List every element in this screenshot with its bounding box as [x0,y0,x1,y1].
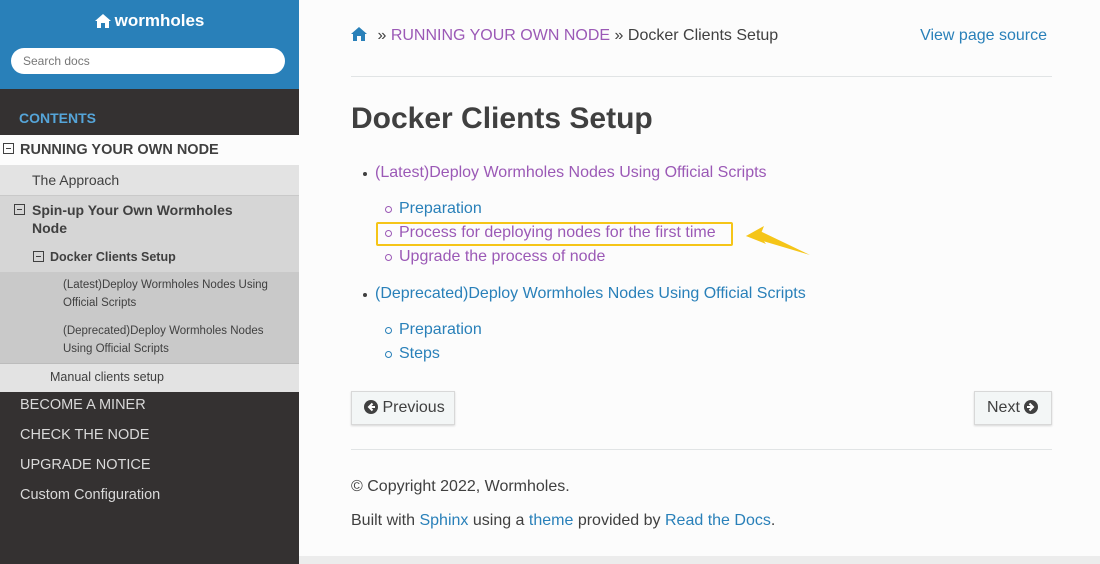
breadcrumb-separator: » [614,27,624,44]
bullet-icon [363,293,367,297]
project-home-link[interactable]: wormholes [0,11,299,31]
footer-period: . [770,512,776,529]
page-title: Docker Clients Setup [351,102,653,135]
previous-button[interactable]: Previous [351,391,455,425]
footer-text: Built with [351,512,416,529]
sidebar-item-label: Manual clients setup [50,370,164,384]
project-name: wormholes [114,11,205,30]
theme-link[interactable]: theme [529,512,573,529]
sidebar-item-spin-up-node[interactable]: Spin-up Your Own Wormholes Node [0,195,299,243]
divider [351,449,1052,450]
sidebar-item-deprecated-deploy[interactable]: (Deprecated)Deploy Wormholes Nodes Using… [0,318,299,364]
circle-bullet-icon [385,206,392,213]
page-bottom-bar [299,556,1100,564]
toc-link-upgrade-process[interactable]: Upgrade the process of node [399,248,605,266]
collapse-toggle-icon[interactable] [3,143,14,154]
toc-link-preparation-2[interactable]: Preparation [399,321,482,339]
read-the-docs-link[interactable]: Read the Docs [665,512,771,529]
copyright-text: © Copyright 2022, Wormholes. [351,478,570,495]
annotation-arrow-icon [746,226,810,255]
main-content: » RUNNING YOUR OWN NODE » Docker Clients… [299,0,1100,564]
circle-bullet-icon [385,351,392,358]
sidebar-item-check-the-node[interactable]: CHECK THE NODE [20,427,149,443]
sidebar: wormholes CONTENTS RUNNING YOUR OWN NODE… [0,0,299,564]
circle-bullet-icon [385,327,392,334]
view-page-source-link[interactable]: View page source [920,27,1047,45]
collapse-toggle-icon[interactable] [33,251,44,262]
sidebar-item-label: Docker Clients Setup [50,250,176,264]
toc-link-latest-deploy[interactable]: (Latest)Deploy Wormholes Nodes Using Off… [375,164,767,182]
arrow-circle-right-icon [1024,400,1039,414]
previous-label: Previous [382,399,445,416]
sidebar-item-become-a-miner[interactable]: BECOME A MINER [20,397,146,413]
sidebar-item-docker-clients-setup[interactable]: Docker Clients Setup [0,243,299,272]
next-label: Next [987,399,1020,416]
built-with-line: Built with Sphinx using a theme provided… [351,512,775,530]
sidebar-item-label: Spin-up Your Own Wormholes Node [32,202,233,236]
contents-caption: CONTENTS [19,110,96,126]
breadcrumb-parent-link[interactable]: RUNNING YOUR OWN NODE [391,27,610,44]
bullet-icon [363,172,367,176]
toc-link-steps[interactable]: Steps [399,345,440,363]
sidebar-item-the-approach[interactable]: The Approach [0,165,299,195]
home-icon [94,14,111,28]
search-input[interactable] [11,48,285,74]
sidebar-item-label: (Deprecated)Deploy Wormholes Nodes Using… [63,325,264,355]
sidebar-item-running-your-own-node[interactable]: RUNNING YOUR OWN NODE [0,135,299,165]
next-button[interactable]: Next [974,391,1052,425]
highlight-box [376,222,733,246]
sphinx-link[interactable]: Sphinx [419,512,468,529]
breadcrumb-current: Docker Clients Setup [627,27,779,44]
footer-text: provided by [577,512,661,529]
sidebar-item-manual-clients-setup[interactable]: Manual clients setup [0,364,299,392]
circle-bullet-icon [385,254,392,261]
collapse-toggle-icon[interactable] [14,204,25,215]
sidebar-item-upgrade-notice[interactable]: UPGRADE NOTICE [20,457,151,473]
toc-link-preparation[interactable]: Preparation [399,200,482,218]
sidebar-item-label: RUNNING YOUR OWN NODE [20,142,219,158]
divider [351,76,1052,77]
breadcrumb-separator: » [377,27,387,44]
breadcrumb: » RUNNING YOUR OWN NODE » Docker Clients… [351,27,778,45]
sidebar-item-label: (Latest)Deploy Wormholes Nodes Using Off… [63,279,268,309]
toc-link-deprecated-deploy[interactable]: (Deprecated)Deploy Wormholes Nodes Using… [375,285,806,303]
home-icon[interactable] [351,27,367,41]
sidebar-item-latest-deploy[interactable]: (Latest)Deploy Wormholes Nodes Using Off… [0,272,299,318]
sidebar-header: wormholes [0,0,299,89]
footer-text: using a [472,512,525,529]
sidebar-item-label: The Approach [32,172,120,188]
arrow-circle-left-icon [364,400,378,414]
sidebar-item-custom-configuration[interactable]: Custom Configuration [20,487,160,503]
